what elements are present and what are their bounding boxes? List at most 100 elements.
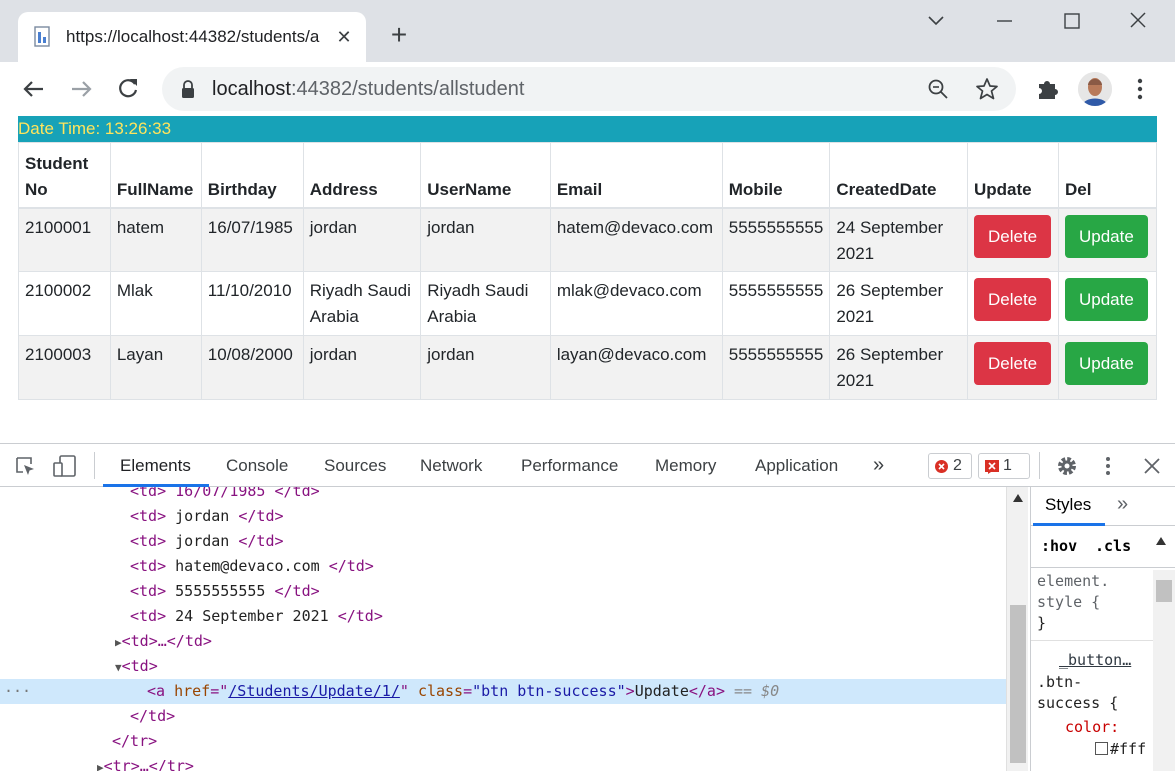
error-count-badge[interactable]: 2 (928, 453, 972, 479)
elements-tree[interactable]: <td> 16/07/1985 </td> <td> jordan </td> … (0, 487, 1006, 771)
lock-icon[interactable] (180, 79, 196, 99)
dom-node-line[interactable]: ▼<td> (0, 654, 1006, 679)
style-source-link[interactable]: _button… (1059, 650, 1131, 671)
dom-node-text: </tr> (112, 732, 158, 750)
forward-arrow-icon[interactable] (66, 74, 96, 104)
scroll-up-arrow-icon[interactable] (1155, 536, 1167, 546)
expand-triangle-icon[interactable]: ▶ (115, 636, 122, 649)
scroll-up-arrow-icon[interactable] (1012, 493, 1024, 503)
error-count: 2 (953, 457, 962, 474)
settings-gear-icon[interactable] (1055, 454, 1079, 478)
node-actions-ellipsis[interactable]: ··· (4, 679, 31, 704)
delete-button[interactable]: Delete (973, 214, 1052, 258)
dom-node-line[interactable]: <td> jordan </td> (0, 529, 1006, 554)
profile-avatar[interactable] (1078, 72, 1112, 106)
zoom-icon[interactable] (927, 78, 949, 100)
table-row: 2100001 hatem 16/07/1985 jordan jordan h… (18, 207, 1158, 272)
browser-window: https://localhost:44382/students/a ✕ + l… (0, 0, 1175, 771)
dom-node-text: hatem@devaco.com (166, 557, 329, 575)
more-panes-icon[interactable]: » (1117, 493, 1128, 516)
tab-styles[interactable]: Styles (1045, 495, 1091, 515)
dom-tag-open: <td> (130, 532, 167, 550)
elements-scrollbar[interactable] (1006, 487, 1028, 771)
cell-created-date: 24 September 2021 (829, 207, 968, 272)
back-arrow-icon[interactable] (19, 74, 49, 104)
more-tabs-icon[interactable]: » (873, 444, 884, 487)
dom-node-text: jordan (166, 532, 239, 550)
cell-mobile: 5555555555 (721, 335, 831, 400)
attr-link-href[interactable]: /Students/Update/1/ (228, 682, 400, 700)
dom-node-line[interactable]: <td> 16/07/1985 </td> (0, 487, 1006, 504)
delete-button[interactable]: Delete (973, 342, 1052, 385)
cell-fullname: Layan (109, 335, 202, 400)
dom-node-text: <td>…</td> (121, 632, 212, 650)
dom-node-text: <tr>…</tr> (103, 757, 194, 771)
device-toolbar-icon[interactable] (52, 454, 78, 478)
cell-created-date: 26 September 2021 (829, 335, 968, 400)
dom-node-text: <td> (121, 657, 158, 675)
inspect-element-icon[interactable] (14, 455, 36, 477)
css-property-name[interactable]: color: (1065, 717, 1119, 738)
selected-dom-node-line[interactable]: ··· <a href="/Students/Update/1/" class="… (0, 679, 1006, 704)
class-toggle[interactable]: .cls (1095, 537, 1131, 555)
date-time-bar: Date Time: 13:26:33 (18, 116, 1157, 142)
styles-scrollbar[interactable] (1153, 570, 1175, 771)
table-row: 2100002 Mlak 11/10/2010 Riyadh Saudi Ara… (18, 271, 1158, 336)
cell-student-no: 2100002 (18, 271, 111, 336)
reload-icon[interactable] (113, 74, 143, 104)
minimize-icon[interactable] (984, 8, 1024, 34)
dom-node-line[interactable]: </td> (0, 704, 1006, 729)
devtools-tab-bar: Elements Console Sources Network Perform… (0, 444, 1175, 487)
scroll-thumb[interactable] (1010, 605, 1026, 763)
tab-network[interactable]: Network (420, 444, 482, 487)
cell-update-action: Delete (966, 207, 1059, 272)
update-button[interactable]: Update (1064, 214, 1148, 258)
tab-close-icon[interactable]: ✕ (332, 25, 356, 49)
tab-elements[interactable]: Elements (120, 444, 191, 487)
dom-node-line[interactable]: ▶<td>…</td> (0, 629, 1006, 654)
address-bar[interactable]: localhost:44382/students/allstudent (162, 67, 1016, 111)
table-header-row: Student No FullName Birthday Address Use… (18, 142, 1158, 209)
delete-button[interactable]: Delete (973, 278, 1052, 321)
issue-count: 1 (1003, 457, 1012, 474)
extensions-puzzle-icon[interactable] (1033, 74, 1063, 104)
window-close-icon[interactable] (1118, 8, 1158, 34)
collapse-triangle-icon[interactable]: ▼ (115, 661, 122, 674)
update-button[interactable]: Update (1064, 342, 1148, 385)
devtools-close-icon[interactable] (1142, 456, 1162, 476)
browser-tab[interactable]: https://localhost:44382/students/a ✕ (18, 12, 366, 62)
tab-performance[interactable]: Performance (521, 444, 618, 487)
styles-pane-header: Styles » (1031, 487, 1175, 526)
dom-node-line[interactable]: </tr> (0, 729, 1006, 754)
dom-node-line[interactable]: <td> jordan </td> (0, 504, 1006, 529)
browser-menu-icon[interactable] (1125, 74, 1155, 104)
css-property-value[interactable]: #fff (1095, 739, 1146, 760)
tab-sources[interactable]: Sources (324, 444, 386, 487)
maximize-icon[interactable] (1052, 8, 1092, 34)
dom-node-text: <td> 16/07/1985 </td> (130, 487, 320, 500)
cell-student-no: 2100001 (18, 207, 111, 272)
dom-node-line[interactable]: <td> 5555555555 </td> (0, 579, 1006, 604)
update-button[interactable]: Update (1064, 278, 1148, 321)
tab-search-chevron-icon[interactable] (916, 8, 956, 34)
dom-node-line[interactable]: <td> hatem@devaco.com </td> (0, 554, 1006, 579)
tab-title: https://localhost:44382/students/a (66, 27, 320, 46)
scroll-thumb[interactable] (1156, 580, 1172, 602)
expand-triangle-icon[interactable]: ▶ (97, 761, 104, 771)
rule-divider (1031, 640, 1153, 641)
color-swatch-icon[interactable] (1095, 742, 1108, 755)
tab-memory[interactable]: Memory (655, 444, 716, 487)
tab-application[interactable]: Application (755, 444, 838, 487)
bookmark-star-icon[interactable] (975, 77, 999, 101)
dom-tag-close: </td> (238, 532, 284, 550)
dom-node-line[interactable]: <td> 24 September 2021 </td> (0, 604, 1006, 629)
url-text[interactable]: localhost:44382/students/allstudent (212, 77, 524, 101)
issue-count-badge[interactable]: 1 (978, 453, 1030, 479)
hover-state-toggle[interactable]: :hov (1041, 537, 1077, 555)
devtools-menu-icon[interactable] (1098, 454, 1118, 478)
tab-console[interactable]: Console (226, 444, 288, 487)
new-tab-icon[interactable]: + (384, 20, 414, 50)
cell-username: Riyadh Saudi Arabia (420, 271, 551, 336)
element-style-selector-cont: style { (1037, 593, 1101, 611)
dom-node-line[interactable]: ▶<tr>…</tr> (0, 754, 1006, 771)
